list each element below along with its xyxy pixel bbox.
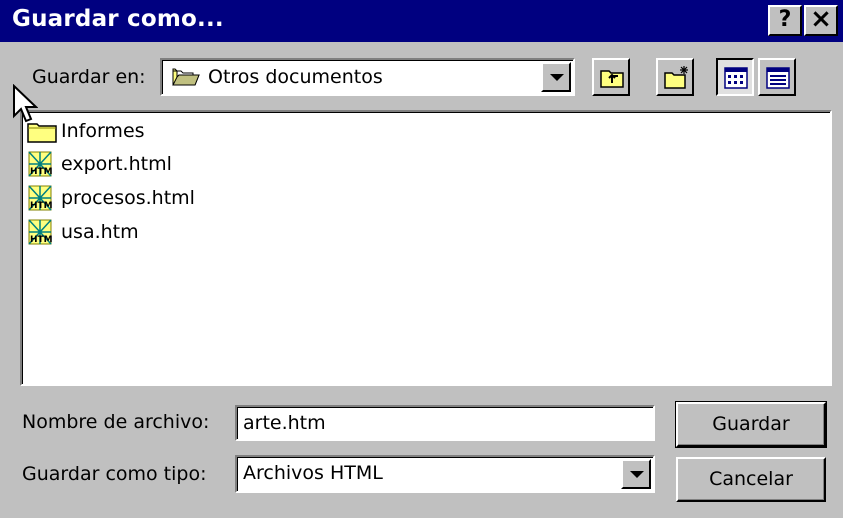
filename-input[interactable]: arte.htm (235, 405, 655, 441)
close-button[interactable]: × (804, 5, 838, 36)
svg-text:HTM: HTM (30, 201, 53, 211)
list-item[interactable]: HTM usa.htm (25, 217, 139, 247)
save-as-dialog: Guardar como... ? × Guardar en: Otros do… (0, 0, 843, 518)
filetype-label: Guardar como tipo: (22, 463, 207, 485)
create-new-folder-button[interactable] (656, 58, 694, 96)
html-file-icon: HTM (28, 151, 53, 177)
filetype-select[interactable]: Archivos HTML (235, 455, 655, 493)
lookin-combobox[interactable]: Otros documentos (160, 58, 575, 96)
html-file-icon: HTM (28, 219, 53, 245)
list-view-icon (724, 67, 748, 89)
details-view-icon (766, 67, 790, 89)
file-name: procesos.html (61, 187, 195, 209)
list-item[interactable]: HTM procesos.html (25, 183, 195, 213)
file-list[interactable]: Informes HTM export.html HTM procesos.ht (20, 110, 832, 386)
svg-text:HTM: HTM (30, 167, 53, 177)
cancel-button[interactable]: Cancelar (676, 457, 826, 502)
new-folder-icon (664, 66, 688, 89)
mouse-pointer-icon (13, 84, 38, 123)
folder-up-icon (600, 70, 624, 88)
filetype-dropdown-button[interactable] (621, 459, 651, 489)
list-item[interactable]: Informes (25, 116, 145, 146)
up-one-level-button[interactable] (592, 58, 630, 96)
list-item[interactable]: HTM export.html (25, 149, 172, 179)
open-folder-icon (172, 68, 200, 86)
title-bar[interactable]: Guardar como... ? × (0, 0, 843, 42)
save-button[interactable]: Guardar (675, 401, 827, 448)
filename-label: Nombre de archivo: (22, 411, 210, 433)
chevron-down-icon (630, 471, 644, 478)
file-name: usa.htm (61, 221, 139, 243)
dialog-title: Guardar como... (12, 6, 224, 32)
chevron-down-icon (550, 74, 564, 81)
details-view-button[interactable] (758, 58, 796, 96)
filetype-value: Archivos HTML (243, 462, 383, 484)
lookin-label: Guardar en: (32, 66, 146, 88)
list-view-button[interactable] (716, 58, 754, 96)
svg-text:HTM: HTM (30, 235, 53, 245)
html-file-icon: HTM (28, 185, 53, 211)
lookin-value: Otros documentos (208, 66, 383, 88)
filename-value: arte.htm (243, 412, 326, 434)
file-name: Informes (61, 120, 145, 142)
lookin-dropdown-button[interactable] (541, 62, 571, 92)
file-name: export.html (61, 153, 172, 175)
help-button[interactable]: ? (768, 5, 802, 36)
